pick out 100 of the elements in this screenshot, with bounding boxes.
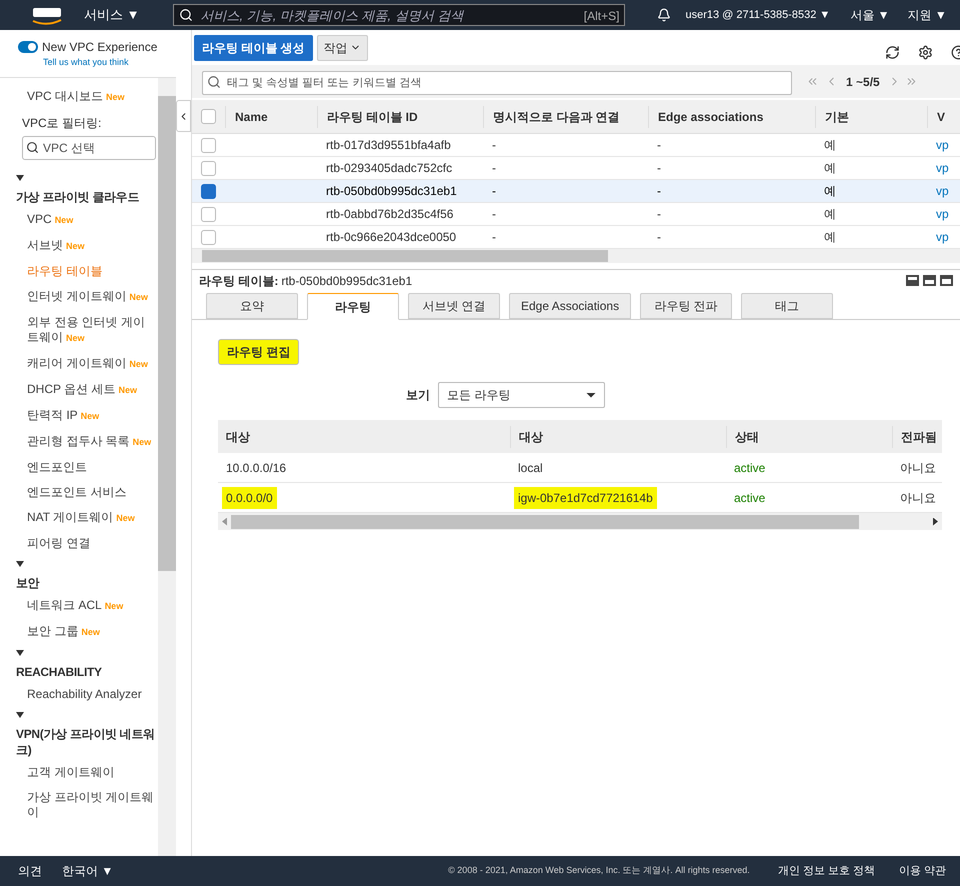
table-cell: 0.0.0.0/0: [222, 486, 277, 508]
table-cell: rtb-050bd0b995dc31eb1: [326, 184, 457, 198]
shortcut-hint: [Alt+S]: [584, 8, 620, 25]
toggle-switch[interactable]: [18, 40, 38, 53]
table-link[interactable]: vp: [936, 138, 949, 152]
row-checkbox[interactable]: [201, 206, 216, 222]
layout-icon[interactable]: [940, 275, 953, 286]
tab[interactable]: 태그: [741, 293, 834, 319]
table-link[interactable]: vp: [936, 161, 949, 175]
table-cell: -: [492, 161, 496, 175]
table-cell-text: 아니요: [899, 460, 937, 476]
bell-icon[interactable]: [657, 8, 672, 22]
collapse-caret[interactable]: [16, 561, 24, 567]
table-cell: -: [657, 184, 661, 198]
scrollbar[interactable]: [158, 78, 176, 856]
collapse-handle[interactable]: [176, 100, 191, 132]
sidebar-item[interactable]: 캐리어 게이트웨이 New: [27, 356, 156, 372]
tab[interactable]: 라우팅: [307, 293, 399, 320]
tab[interactable]: 요약: [206, 293, 298, 319]
sidebar-item[interactable]: 피어링 연결: [27, 536, 156, 551]
language-menu[interactable]: 한국어 ▼: [62, 862, 114, 880]
table-link[interactable]: vp: [936, 207, 949, 221]
tab[interactable]: 라우팅 전파: [640, 293, 732, 319]
table-cell: rtb-0293405dadc752cfc: [326, 161, 452, 175]
terms-link[interactable]: 이용 약관: [898, 862, 946, 880]
horizontal-scrollbar[interactable]: [192, 249, 960, 263]
sidebar-item[interactable]: 서브넷 New: [27, 238, 156, 254]
feedback-link[interactable]: Tell us what you think: [43, 56, 176, 70]
actions-button[interactable]: 작업: [316, 34, 368, 60]
services-menu[interactable]: 서비스 ▼: [84, 5, 140, 25]
tab[interactable]: Edge Associations: [509, 293, 632, 319]
sidebar-item[interactable]: 고객 게이트웨이: [27, 765, 156, 780]
column-header[interactable]: Edge associations: [658, 108, 764, 126]
row-checkbox[interactable]: [201, 160, 216, 176]
copyright-text: © 2008 - 2021, Amazon Web Services, Inc. 또는 계열사. All rights reserved.: [448, 864, 750, 878]
sidebar-item[interactable]: 외부 전용 인터넷 게이트웨이 New: [27, 315, 156, 346]
sidebar-item[interactable]: 가상 프라이빗 게이트웨이: [27, 790, 156, 820]
sidebar-item[interactable]: 인터넷 게이트웨이 New: [27, 289, 156, 305]
row-checkbox[interactable]: [201, 138, 216, 152]
select-all-checkbox[interactable]: [201, 109, 216, 124]
tab[interactable]: 서브넷 연결: [408, 293, 500, 319]
search-icon: [26, 141, 39, 154]
layout-icon[interactable]: [923, 275, 936, 286]
sidebar-item[interactable]: 탄력적 IP New: [27, 408, 156, 424]
create-route-table-button[interactable]: 라우팅 테이블 생성: [194, 34, 313, 60]
collapse-caret[interactable]: [16, 712, 24, 718]
column-header[interactable]: Name: [235, 108, 268, 126]
view-select[interactable]: 모든 라우팅: [438, 382, 605, 408]
sidebar-item[interactable]: 엔드포인트 서비스: [27, 485, 156, 500]
search-icon: [207, 74, 221, 88]
collapse-caret[interactable]: [16, 175, 24, 181]
refresh-icon[interactable]: [885, 45, 900, 60]
column-header[interactable]: 기본: [825, 108, 849, 126]
toggle-label: New VPC Experience: [42, 38, 158, 56]
row-checkbox[interactable]: [201, 184, 216, 198]
layout-icon[interactable]: [906, 275, 919, 286]
vpc-filter-field[interactable]: VPC 선택: [22, 136, 156, 160]
table-link[interactable]: vp: [936, 184, 949, 198]
sidebar-item[interactable]: DHCP 옵션 세트 New: [27, 382, 156, 398]
column-header[interactable]: 명시적으로 다음과 연결: [493, 108, 620, 126]
column-header[interactable]: V: [937, 108, 946, 126]
sidebar-item[interactable]: 관리형 접두사 목록 New: [27, 434, 156, 450]
sidebar-item[interactable]: VPC 대시보드 New: [27, 89, 156, 105]
settings-icon[interactable]: [918, 45, 933, 60]
row-checkbox[interactable]: [201, 230, 216, 244]
new-label: New: [129, 292, 148, 302]
sidebar-item[interactable]: 엔드포인트: [27, 460, 156, 475]
section-heading: REACHABILITY: [16, 664, 103, 680]
table-cell: rtb-017d3d9551bfa4afb: [326, 138, 451, 152]
filter-field[interactable]: 태그 및 속성별 필터 또는 키워드별 검색: [202, 70, 792, 94]
new-label: New: [106, 92, 125, 102]
section-heading: VPN(가상 프라이빗 네트워크): [16, 726, 156, 758]
horizontal-scrollbar[interactable]: [218, 513, 942, 530]
table-cell: -: [492, 138, 496, 152]
privacy-link[interactable]: 개인 정보 보호 정책: [778, 862, 875, 880]
table-link[interactable]: vp: [936, 230, 949, 244]
table-cell: 예: [824, 230, 836, 244]
sidebar-item[interactable]: NAT 게이트웨이 New: [27, 510, 156, 526]
view-label: 보기: [406, 387, 430, 404]
sidebar-item[interactable]: 네트워크 ACL New: [27, 598, 156, 614]
section-heading: 가상 프라이빗 클라우드: [16, 189, 140, 205]
table-cell: -: [657, 207, 661, 221]
new-label: New: [66, 333, 85, 343]
table-cell: -: [657, 230, 661, 244]
table-cell: -: [492, 207, 496, 221]
support-menu[interactable]: 지원 ▼: [907, 6, 947, 24]
feedback-link[interactable]: 의견: [18, 862, 42, 880]
sidebar-item[interactable]: Reachability Analyzer: [27, 687, 156, 702]
sidebar-item[interactable]: VPC New: [27, 212, 156, 228]
table-cell: 예: [824, 138, 836, 152]
edit-routes-button[interactable]: 라우팅 편집: [218, 339, 300, 365]
region-menu[interactable]: 서울 ▼: [850, 6, 890, 24]
sidebar-item[interactable]: 보안 그룹 New: [27, 624, 156, 640]
column-header[interactable]: 라우팅 테이블 ID: [327, 108, 418, 126]
account-menu[interactable]: user13 @ 2711-5385-8532 ▼: [685, 6, 830, 24]
table-row[interactable]: rtb-050bd0b995dc31eb1 - - 예 vp: [192, 180, 960, 203]
table-cell-text: 10.0.0.0/16: [225, 460, 288, 476]
collapse-caret[interactable]: [16, 650, 24, 656]
table-cell: 예: [824, 207, 836, 221]
pagination-text: 1 ~5/5: [846, 74, 880, 90]
